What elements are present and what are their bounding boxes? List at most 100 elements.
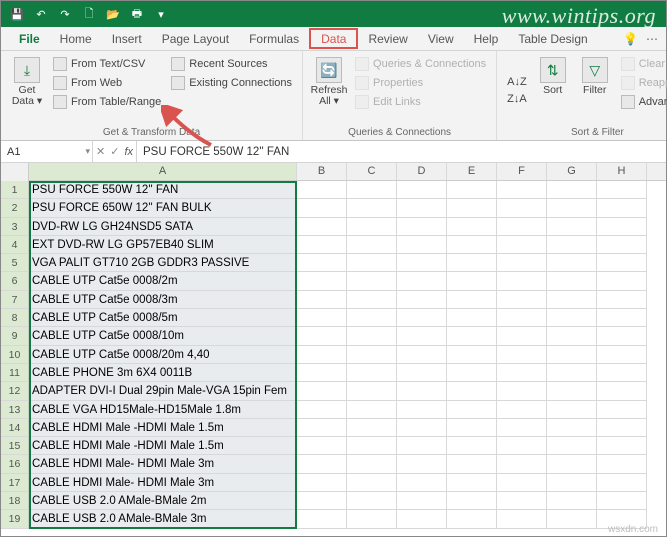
cell-g18[interactable] xyxy=(547,492,597,510)
column-header-g[interactable]: G xyxy=(547,163,597,180)
cell-d7[interactable] xyxy=(397,291,447,309)
cell-g17[interactable] xyxy=(547,474,597,492)
formula-bar[interactable]: PSU FORCE 550W 12'' FAN xyxy=(137,141,666,162)
cell-d9[interactable] xyxy=(397,327,447,345)
name-box[interactable]: A1▾ xyxy=(1,141,93,162)
cell-c19[interactable] xyxy=(347,510,397,528)
column-header-h[interactable]: H xyxy=(597,163,647,180)
cell-g2[interactable] xyxy=(547,199,597,217)
cell-d16[interactable] xyxy=(397,455,447,473)
cell-h19[interactable] xyxy=(597,510,647,528)
existing-connections-button[interactable]: Existing Connections xyxy=(167,74,296,92)
cell-g7[interactable] xyxy=(547,291,597,309)
cell-g19[interactable] xyxy=(547,510,597,528)
cell-h7[interactable] xyxy=(597,291,647,309)
cell-c14[interactable] xyxy=(347,419,397,437)
tab-page-layout[interactable]: Page Layout xyxy=(152,27,239,50)
cell-e2[interactable] xyxy=(447,199,497,217)
tab-review[interactable]: Review xyxy=(358,27,417,50)
cell-g12[interactable] xyxy=(547,382,597,400)
cell-f12[interactable] xyxy=(497,382,547,400)
cell-a10[interactable]: CABLE UTP Cat5e 0008/20m 4,40 xyxy=(29,346,297,364)
cell-a17[interactable]: CABLE HDMI Male- HDMI Male 3m xyxy=(29,474,297,492)
cell-h8[interactable] xyxy=(597,309,647,327)
column-header-f[interactable]: F xyxy=(497,163,547,180)
cell-f3[interactable] xyxy=(497,218,547,236)
cell-d10[interactable] xyxy=(397,346,447,364)
cell-a7[interactable]: CABLE UTP Cat5e 0008/3m xyxy=(29,291,297,309)
cell-b8[interactable] xyxy=(297,309,347,327)
tab-data[interactable]: Data xyxy=(309,28,358,49)
cell-f9[interactable] xyxy=(497,327,547,345)
cell-c15[interactable] xyxy=(347,437,397,455)
cell-d6[interactable] xyxy=(397,272,447,290)
cell-b17[interactable] xyxy=(297,474,347,492)
row-header-4[interactable]: 4 xyxy=(1,236,29,254)
cell-a3[interactable]: DVD-RW LG GH24NSD5 SATA xyxy=(29,218,297,236)
cell-g14[interactable] xyxy=(547,419,597,437)
cell-a12[interactable]: ADAPTER DVI-I Dual 29pin Male-VGA 15pin … xyxy=(29,382,297,400)
cell-a4[interactable]: EXT DVD-RW LG GP57EB40 SLIM xyxy=(29,236,297,254)
cell-f13[interactable] xyxy=(497,401,547,419)
cell-g8[interactable] xyxy=(547,309,597,327)
cell-b14[interactable] xyxy=(297,419,347,437)
cell-d1[interactable] xyxy=(397,181,447,199)
cell-e1[interactable] xyxy=(447,181,497,199)
cell-d8[interactable] xyxy=(397,309,447,327)
cell-e14[interactable] xyxy=(447,419,497,437)
tab-table-design[interactable]: Table Design xyxy=(508,27,597,50)
cell-h16[interactable] xyxy=(597,455,647,473)
row-header-8[interactable]: 8 xyxy=(1,309,29,327)
cell-e8[interactable] xyxy=(447,309,497,327)
cell-e3[interactable] xyxy=(447,218,497,236)
cell-d14[interactable] xyxy=(397,419,447,437)
cell-d5[interactable] xyxy=(397,254,447,272)
cell-a16[interactable]: CABLE HDMI Male- HDMI Male 3m xyxy=(29,455,297,473)
cell-c8[interactable] xyxy=(347,309,397,327)
cell-c11[interactable] xyxy=(347,364,397,382)
cell-c3[interactable] xyxy=(347,218,397,236)
cell-a18[interactable]: CABLE USB 2.0 AMale-BMale 2m xyxy=(29,492,297,510)
cell-f1[interactable] xyxy=(497,181,547,199)
cell-b19[interactable] xyxy=(297,510,347,528)
cell-g13[interactable] xyxy=(547,401,597,419)
cell-c7[interactable] xyxy=(347,291,397,309)
row-header-7[interactable]: 7 xyxy=(1,291,29,309)
tab-help[interactable]: Help xyxy=(464,27,509,50)
cell-c18[interactable] xyxy=(347,492,397,510)
queries-connections-button[interactable]: Queries & Connections xyxy=(351,55,490,73)
tab-home[interactable]: Home xyxy=(50,27,102,50)
cell-h1[interactable] xyxy=(597,181,647,199)
cell-g16[interactable] xyxy=(547,455,597,473)
fx-icon[interactable]: fx xyxy=(124,146,133,158)
get-data-button[interactable]: ⤓ Get Data ▾ xyxy=(7,55,47,125)
print-icon[interactable]: 🖶 xyxy=(128,5,146,23)
row-header-15[interactable]: 15 xyxy=(1,437,29,455)
cell-f4[interactable] xyxy=(497,236,547,254)
cell-g15[interactable] xyxy=(547,437,597,455)
cell-e15[interactable] xyxy=(447,437,497,455)
cell-h11[interactable] xyxy=(597,364,647,382)
redo-icon[interactable]: ↷ xyxy=(56,5,74,23)
row-header-12[interactable]: 12 xyxy=(1,382,29,400)
row-header-14[interactable]: 14 xyxy=(1,419,29,437)
cell-e6[interactable] xyxy=(447,272,497,290)
cell-g10[interactable] xyxy=(547,346,597,364)
cell-c1[interactable] xyxy=(347,181,397,199)
cell-a15[interactable]: CABLE HDMI Male -HDMI Male 1.5m xyxy=(29,437,297,455)
cell-a13[interactable]: CABLE VGA HD15Male-HD15Male 1.8m xyxy=(29,401,297,419)
row-header-3[interactable]: 3 xyxy=(1,218,29,236)
cell-b10[interactable] xyxy=(297,346,347,364)
from-text-csv-button[interactable]: From Text/CSV xyxy=(49,55,165,73)
from-table-range-button[interactable]: From Table/Range xyxy=(49,93,165,111)
cell-d12[interactable] xyxy=(397,382,447,400)
cell-h18[interactable] xyxy=(597,492,647,510)
row-header-6[interactable]: 6 xyxy=(1,272,29,290)
cell-g4[interactable] xyxy=(547,236,597,254)
cell-a9[interactable]: CABLE UTP Cat5e 0008/10m xyxy=(29,327,297,345)
cell-h2[interactable] xyxy=(597,199,647,217)
cell-f19[interactable] xyxy=(497,510,547,528)
row-header-9[interactable]: 9 xyxy=(1,327,29,345)
cell-b7[interactable] xyxy=(297,291,347,309)
cell-b18[interactable] xyxy=(297,492,347,510)
